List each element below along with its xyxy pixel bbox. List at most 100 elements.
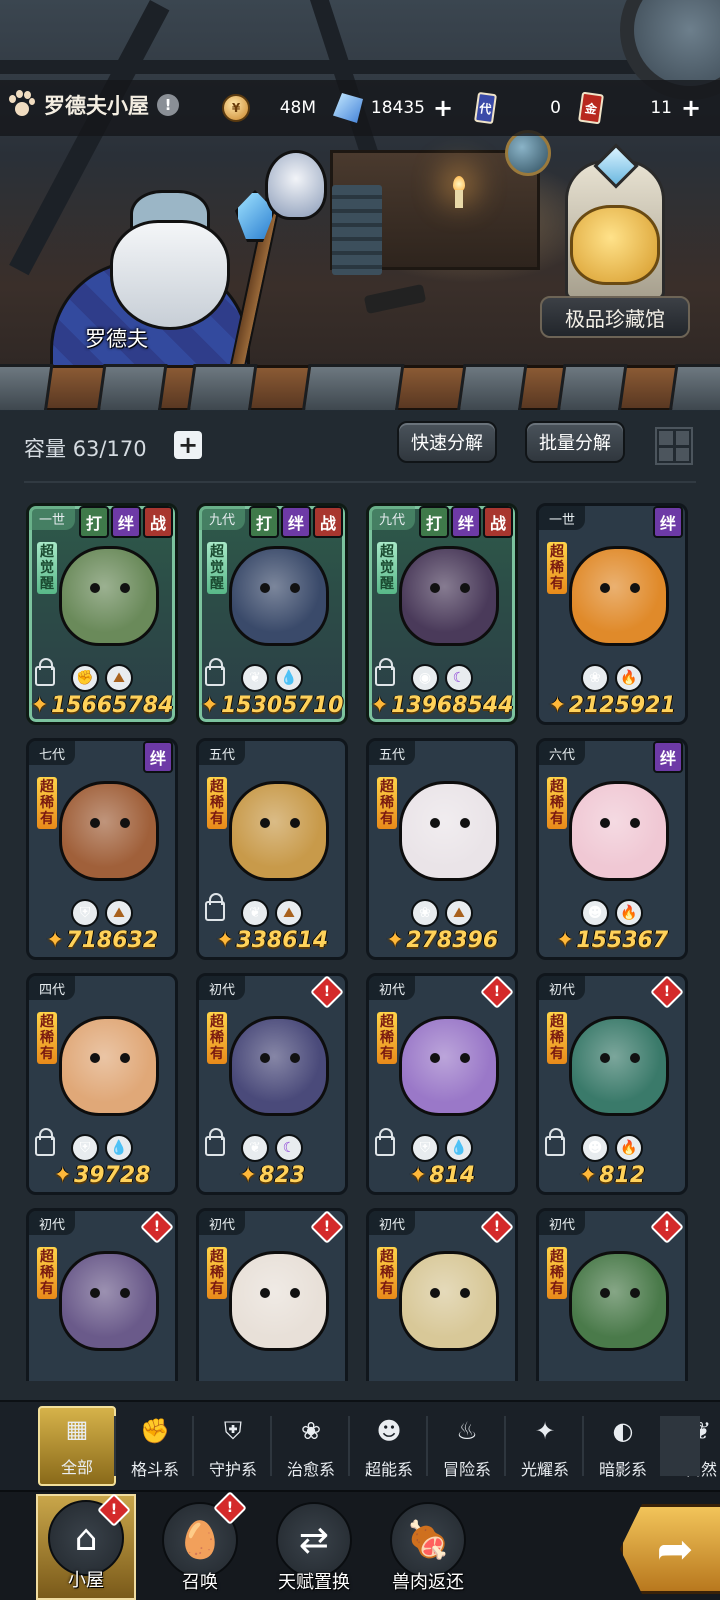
rarity-label: 超稀有 <box>377 777 397 829</box>
pet-card[interactable]: 初代! 超稀有 ☻ 🔥 ✦812 <box>536 973 688 1195</box>
fist-trait-icon: ✊ <box>71 664 99 692</box>
arrow-go-icon[interactable]: ➦ <box>620 1504 720 1594</box>
batch-decompose-button[interactable]: 批量分解 <box>525 421 625 463</box>
power-icon: ✦ <box>370 693 389 718</box>
war-tag: 战 <box>143 506 173 538</box>
wizard-npc[interactable] <box>30 150 327 410</box>
generation-label: 一世 <box>539 506 586 530</box>
eclipse-icon: ◐ <box>612 1417 634 1445</box>
pet-card[interactable]: 一世打绊战超觉醒 ✊ ⛰ ✦15665784 <box>26 503 178 725</box>
power-value: ✦155367 <box>539 928 685 953</box>
warning-icon: ! <box>140 1211 174 1244</box>
rarity-label: 超稀有 <box>547 542 567 594</box>
filter-tab[interactable]: ✊ 格斗系 <box>116 1406 194 1486</box>
generation-label: 初代 <box>199 1211 246 1235</box>
pet-card[interactable]: 四代 超稀有 ⛨ 💧 ✦39728 <box>26 973 178 1195</box>
pet-card[interactable]: 九代打绊战超觉醒 ◉ ☾ ✦13968544 <box>366 503 518 725</box>
home-title-text: 罗德夫小屋 <box>44 94 149 118</box>
water-trait-icon: 💧 <box>275 664 303 692</box>
power-number: 814 <box>429 1163 476 1188</box>
grid-view-icon[interactable] <box>655 427 693 465</box>
filter-tab[interactable]: ▦ 全部 <box>38 1406 116 1486</box>
power-number: 155367 <box>576 928 669 953</box>
trait-row: ❀ 🔥 <box>539 664 685 692</box>
expand-capacity-button[interactable]: + <box>174 431 202 459</box>
nav-item[interactable]: ⇄ 天赋置换 <box>264 1494 364 1600</box>
tag-group: 打绊战 <box>79 506 173 538</box>
pet-card[interactable]: 六代绊超稀有 ☻ 🔥 ✦155367 <box>536 738 688 960</box>
golden-statue <box>570 205 660 285</box>
moon-trait-icon: ☾ <box>445 664 473 692</box>
add-crystal-button[interactable]: + <box>430 94 456 122</box>
pet-card[interactable]: 初代! 超稀有 <box>536 1208 688 1381</box>
pet-card[interactable]: 五代 超稀有 ❀ ⛰ ✦278396 <box>366 738 518 960</box>
generation-label: 四代 <box>29 976 76 1000</box>
pet-card[interactable]: 初代! 超稀有 <box>26 1208 178 1381</box>
pet-card[interactable]: 初代! 超稀有 <box>196 1208 348 1381</box>
filter-tab[interactable]: ⛨ 守护系 <box>194 1406 272 1486</box>
plank-block <box>0 364 54 410</box>
rarity-label: 超稀有 <box>377 1012 397 1064</box>
filter-tab[interactable]: ☻ 超能系 <box>350 1406 428 1486</box>
filter-separator <box>114 1416 116 1476</box>
npc-name: 罗德夫 <box>85 327 148 351</box>
paw-icon <box>6 90 36 120</box>
meat-icon: 🍖 <box>390 1502 466 1578</box>
pet-card[interactable]: 初代! 超稀有 ⛨ 💧 ✦814 <box>366 973 518 1195</box>
power-number: 13968544 <box>390 693 514 718</box>
pet-portrait <box>59 1251 159 1351</box>
pet-card[interactable]: 五代 超稀有 ❦ ⛰ ✦338614 <box>196 738 348 960</box>
plank-block <box>456 364 528 410</box>
bottom-nav: 🍖 兽肉返还 ⇄ 天赋置换 🥚 召唤! ⌂ 小屋! ➦ <box>0 1490 720 1600</box>
pet-card[interactable]: 七代绊超稀有 ⛨ ⛰ ✦718632 <box>26 738 178 960</box>
filter-tab[interactable]: ◐ 暗影系 <box>584 1406 662 1486</box>
moon-trait-icon: ☾ <box>275 1134 303 1162</box>
nav-item[interactable]: 🥚 召唤! <box>150 1491 250 1600</box>
rarity-label: 超稀有 <box>207 1247 227 1299</box>
add-gold-ticket-button[interactable]: + <box>678 94 704 122</box>
trait-row: ✊ ⛰ <box>29 664 175 692</box>
pet-portrait <box>59 1016 159 1116</box>
leaf-trait-icon: ❦ <box>241 664 269 692</box>
pet-portrait <box>59 781 159 881</box>
info-alert-icon[interactable]: ! <box>157 94 179 116</box>
filter-tab[interactable]: ♨ 冒险系 <box>428 1406 506 1486</box>
pet-portrait <box>569 546 669 646</box>
filter-tab[interactable]: ✦ 光耀系 <box>506 1406 584 1486</box>
ticket-icon: 代 <box>474 91 497 125</box>
bond-tag: 绊 <box>281 506 311 538</box>
quick-decompose-button[interactable]: 快速分解 <box>397 421 497 463</box>
pet-portrait <box>399 1251 499 1351</box>
fight-tag: 打 <box>79 506 109 538</box>
blocks-icon: ▦ <box>65 1415 89 1443</box>
fire-trait-icon: 🔥 <box>615 664 643 692</box>
power-value: ✦15305710 <box>199 693 345 718</box>
home-scene: 罗德夫 极品珍藏馆 <box>0 0 720 410</box>
bond-tag: 绊 <box>111 506 141 538</box>
filter-tab[interactable]: ❀ 治愈系 <box>272 1406 350 1486</box>
tag-group: 绊 <box>653 506 683 538</box>
plank-block <box>186 364 258 410</box>
trait-row: ⛨ 💧 <box>369 1134 515 1162</box>
nav-item[interactable]: 🍖 兽肉返还 <box>378 1494 478 1600</box>
pet-card[interactable]: 九代打绊战超觉醒 ❦ 💧 ✦15305710 <box>196 503 348 725</box>
filter-separator <box>192 1416 194 1476</box>
pet-card[interactable]: 初代! 超稀有 <box>366 1208 518 1381</box>
sprout-icon: ❀ <box>300 1417 322 1445</box>
power-value: ✦338614 <box>199 928 345 953</box>
pet-card[interactable]: 一世绊超稀有 ❀ 🔥 ✦2125921 <box>536 503 688 725</box>
warning-icon: ! <box>310 1211 344 1244</box>
alien-icon: ☻ <box>376 1417 402 1445</box>
war-tag: 战 <box>483 506 513 538</box>
generation-label: 初代 <box>29 1211 76 1235</box>
power-value: ✦15665784 <box>29 693 175 718</box>
pet-card[interactable]: 初代! 超稀有 ❦ ☾ ✦823 <box>196 973 348 1195</box>
power-icon: ✦ <box>30 693 49 718</box>
trait-row: ❦ ⛰ <box>199 899 345 927</box>
generation-label: 初代 <box>369 976 416 1000</box>
gold-ticket-resource: 金 11 + <box>578 91 705 125</box>
nav-item[interactable]: ⌂ 小屋! <box>36 1493 136 1600</box>
generation-label: 九代 <box>369 506 416 530</box>
generation-label: 七代 <box>29 741 76 765</box>
treasury-button[interactable]: 极品珍藏馆 <box>540 143 690 350</box>
